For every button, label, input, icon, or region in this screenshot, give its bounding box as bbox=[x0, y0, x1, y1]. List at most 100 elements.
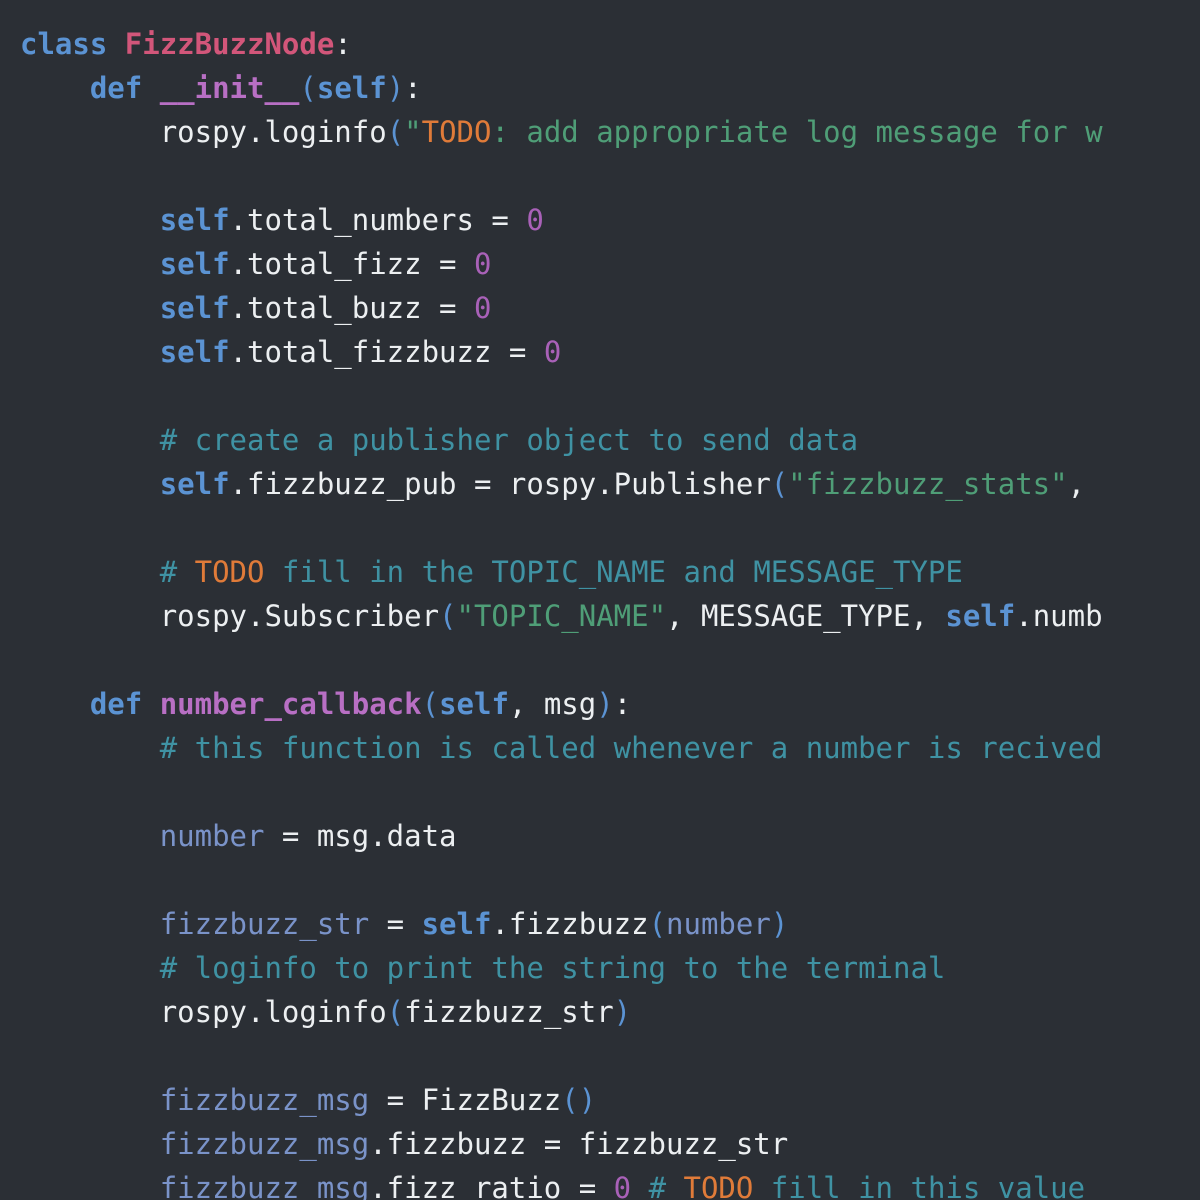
code-lines-container: class FizzBuzzNode: def __init__(self): … bbox=[0, 22, 1200, 1200]
code-token: : bbox=[334, 27, 352, 61]
code-token: fizzbuzz_msg bbox=[159, 1083, 370, 1117]
code-line[interactable]: # loginfo to print the string to the ter… bbox=[0, 946, 1200, 990]
code-line[interactable]: self.total_numbers = 0 bbox=[0, 198, 1200, 242]
code-token: __init__ bbox=[159, 71, 300, 105]
code-line[interactable] bbox=[0, 1034, 1200, 1078]
code-token: .total_numbers = bbox=[229, 203, 527, 237]
code-token: .total_buzz = bbox=[229, 291, 474, 325]
code-line[interactable]: fizzbuzz_msg = FizzBuzz() bbox=[0, 1078, 1200, 1122]
code-token: rospy.loginfo bbox=[159, 115, 387, 149]
code-line[interactable]: def number_callback(self, msg): bbox=[0, 682, 1200, 726]
code-token: ) bbox=[770, 907, 789, 941]
code-line[interactable]: rospy.loginfo("TODO: add appropriate log… bbox=[0, 110, 1200, 154]
code-token: # bbox=[159, 555, 195, 589]
code-token: 0 bbox=[543, 335, 562, 369]
code-token: ( bbox=[421, 687, 440, 721]
code-token: TODO bbox=[421, 115, 492, 149]
code-token: " bbox=[404, 115, 422, 149]
code-token: self bbox=[159, 335, 230, 369]
code-token: ( bbox=[386, 995, 405, 1029]
code-token: self bbox=[159, 467, 230, 501]
code-token: number_callback bbox=[159, 687, 422, 721]
code-token: fill in the TOPIC_NAME and MESSAGE_TYPE bbox=[264, 555, 963, 589]
code-token: # bbox=[648, 1171, 684, 1200]
code-token: 0 bbox=[613, 1171, 632, 1200]
code-token: , MESSAGE_TYPE, bbox=[666, 599, 946, 633]
code-line[interactable]: rospy.loginfo(fizzbuzz_str) bbox=[0, 990, 1200, 1034]
code-line[interactable]: self.fizzbuzz_pub = rospy.Publisher("fiz… bbox=[0, 462, 1200, 506]
code-token: ( bbox=[770, 467, 789, 501]
code-line[interactable] bbox=[0, 154, 1200, 198]
code-line[interactable]: class FizzBuzzNode: bbox=[0, 22, 1200, 66]
code-token: ) bbox=[596, 687, 614, 721]
code-token: .total_fizz = bbox=[229, 247, 474, 281]
code-token: () bbox=[561, 1083, 597, 1117]
code-line[interactable]: def __init__(self): bbox=[0, 66, 1200, 110]
code-token: .total_fizzbuzz = bbox=[229, 335, 544, 369]
code-token: : add appropriate log message for w bbox=[491, 115, 1103, 149]
code-token: .fizz_ratio = bbox=[369, 1171, 614, 1200]
code-line[interactable]: fizzbuzz_msg.fizz_ratio = 0 # TODO fill … bbox=[0, 1166, 1200, 1200]
code-token: self bbox=[439, 687, 509, 721]
code-line[interactable]: self.total_fizz = 0 bbox=[0, 242, 1200, 286]
code-token: ( bbox=[299, 71, 317, 105]
code-line[interactable]: number = msg.data bbox=[0, 814, 1200, 858]
code-editor-viewport[interactable]: class FizzBuzzNode: def __init__(self): … bbox=[0, 0, 1200, 1200]
code-token: = bbox=[369, 907, 422, 941]
code-token: "fizzbuzz_stats" bbox=[788, 467, 1068, 501]
code-token: ( bbox=[648, 907, 667, 941]
code-token: : bbox=[613, 687, 632, 721]
code-token: .numb bbox=[1015, 599, 1103, 633]
code-token: rospy.loginfo bbox=[159, 995, 387, 1029]
code-token: class bbox=[20, 27, 108, 61]
code-token: = FizzBuzz bbox=[369, 1083, 562, 1117]
code-token: 0 bbox=[473, 247, 492, 281]
code-line[interactable] bbox=[0, 374, 1200, 418]
code-token: # loginfo to print the string to the ter… bbox=[159, 951, 946, 985]
code-token: "TOPIC_NAME" bbox=[456, 599, 667, 633]
code-token: def bbox=[89, 71, 143, 105]
code-token: TODO bbox=[683, 1171, 754, 1200]
code-token: self bbox=[159, 291, 230, 325]
code-line[interactable]: # TODO fill in the TOPIC_NAME and MESSAG… bbox=[0, 550, 1200, 594]
code-token: 0 bbox=[526, 203, 544, 237]
code-line[interactable] bbox=[0, 858, 1200, 902]
code-line[interactable]: fizzbuzz_str = self.fizzbuzz(number) bbox=[0, 902, 1200, 946]
code-line[interactable]: # this function is called whenever a num… bbox=[0, 726, 1200, 770]
code-line[interactable] bbox=[0, 638, 1200, 682]
code-line[interactable]: self.total_buzz = 0 bbox=[0, 286, 1200, 330]
code-token: , msg bbox=[508, 687, 597, 721]
code-line[interactable]: # create a publisher object to send data bbox=[0, 418, 1200, 462]
code-token: number bbox=[666, 907, 771, 941]
code-line[interactable]: fizzbuzz_msg.fizzbuzz = fizzbuzz_str bbox=[0, 1122, 1200, 1166]
code-token: rospy.Subscriber bbox=[159, 599, 440, 633]
code-line[interactable] bbox=[0, 506, 1200, 550]
code-line[interactable]: self.total_fizzbuzz = 0 bbox=[0, 330, 1200, 374]
code-token: # this function is called whenever a num… bbox=[159, 731, 1103, 765]
code-token: self bbox=[159, 203, 230, 237]
code-token: fill in this value bbox=[753, 1171, 1086, 1200]
code-token: ) bbox=[613, 995, 632, 1029]
code-line[interactable]: rospy.Subscriber("TOPIC_NAME", MESSAGE_T… bbox=[0, 594, 1200, 638]
code-token: ( bbox=[386, 115, 405, 149]
code-token: fizzbuzz_str bbox=[404, 995, 614, 1029]
code-token: def bbox=[89, 687, 143, 721]
code-token: = msg.data bbox=[264, 819, 457, 853]
code-token: .fizzbuzz = fizzbuzz_str bbox=[369, 1127, 789, 1161]
code-line[interactable] bbox=[0, 770, 1200, 814]
